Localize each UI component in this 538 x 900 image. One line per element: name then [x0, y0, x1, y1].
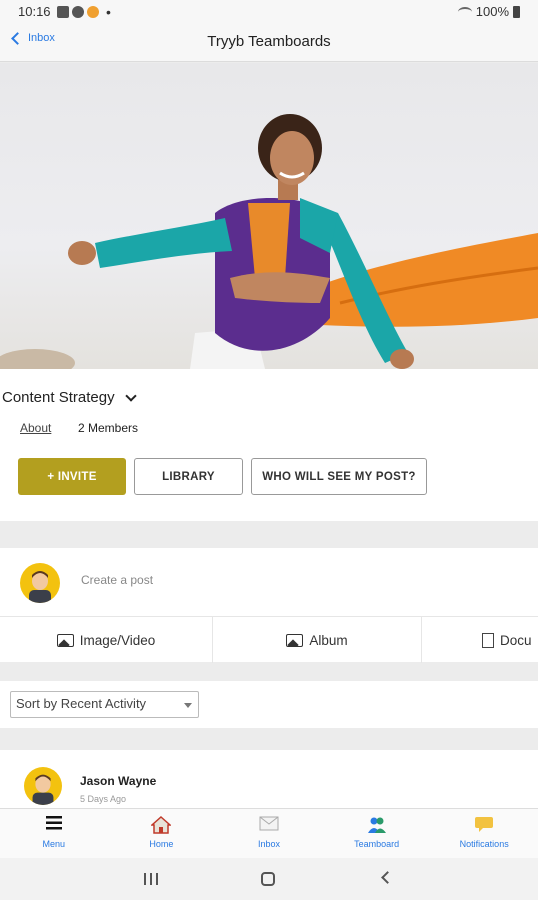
- sort-bar: Sort by Recent Activity: [0, 681, 538, 728]
- group-name: Content Strategy: [2, 389, 115, 406]
- document-button[interactable]: Docu: [422, 617, 538, 663]
- members-count[interactable]: 2 Members: [78, 421, 138, 435]
- recents-icon[interactable]: [144, 873, 158, 885]
- user-avatar-icon: [32, 774, 54, 805]
- post-composer: Create a post Image/Video Album Docu: [0, 548, 538, 663]
- group-cover-image: [0, 63, 538, 369]
- library-button[interactable]: LIBRARY: [134, 458, 243, 495]
- tab-menu[interactable]: Menu: [0, 809, 108, 859]
- cover-photo: [0, 114, 538, 369]
- tab-label: Notifications: [459, 839, 509, 849]
- page-title: Tryyb Teamboards: [207, 33, 331, 50]
- media-label: Docu: [500, 632, 532, 648]
- menu-icon: [45, 816, 62, 835]
- status-bar: 10:16 • 100%: [0, 0, 538, 24]
- tab-label: Inbox: [257, 839, 280, 849]
- tab-inbox[interactable]: Inbox: [215, 809, 323, 859]
- document-icon: [482, 632, 494, 648]
- avatar[interactable]: [24, 767, 62, 805]
- group-selector[interactable]: Content Strategy: [2, 389, 137, 406]
- who-will-see-button[interactable]: WHO WILL SEE MY POST?: [251, 458, 427, 495]
- user-avatar-icon: [29, 571, 51, 603]
- chevron-down-icon: [124, 389, 137, 402]
- inbox-icon: [259, 816, 279, 836]
- tab-label: Menu: [42, 839, 66, 849]
- sort-selected: Sort by Recent Activity: [16, 696, 147, 711]
- bottom-tab-bar: Menu Home Inbox Teamboard Notifications: [0, 808, 538, 858]
- post-author[interactable]: Jason Wayne: [80, 774, 156, 788]
- system-back-icon[interactable]: [381, 871, 394, 884]
- tab-home[interactable]: Home: [108, 809, 216, 859]
- battery-icon: [513, 5, 520, 18]
- system-navigation-bar: [0, 858, 538, 900]
- navigation-bar: Inbox Tryyb Teamboards: [0, 24, 538, 62]
- more-dot-icon: •: [106, 4, 111, 20]
- tab-label: Teamboard: [354, 839, 400, 849]
- image-video-button[interactable]: Image/Video: [0, 617, 213, 663]
- notifications-icon: [474, 816, 494, 838]
- app-notification-icon: [87, 6, 99, 18]
- tab-notifications[interactable]: Notifications: [430, 809, 538, 859]
- media-label: Album: [309, 632, 348, 648]
- album-icon: [286, 633, 304, 647]
- media-label: Image/Video: [79, 632, 156, 648]
- gallery-icon: [57, 6, 69, 18]
- teamboard-icon: [367, 816, 387, 839]
- about-link[interactable]: About: [20, 421, 51, 435]
- media-options: Image/Video Album Docu: [0, 616, 538, 663]
- settings-icon: [72, 6, 84, 18]
- post-timestamp: 5 Days Ago: [80, 794, 127, 804]
- avatar: [20, 563, 60, 603]
- album-button[interactable]: Album: [213, 617, 422, 663]
- dropdown-arrow-icon: [184, 703, 192, 708]
- feed-post: Jason Wayne 5 Days Ago: [0, 750, 538, 810]
- group-header: Content Strategy About 2 Members + INVIT…: [0, 369, 538, 521]
- wifi-icon: [457, 6, 472, 17]
- status-time: 10:16: [18, 4, 51, 19]
- battery-percent: 100%: [475, 4, 509, 19]
- home-button-icon[interactable]: [261, 872, 275, 886]
- tab-label: Home: [149, 839, 174, 849]
- create-post-input[interactable]: Create a post: [81, 573, 153, 587]
- sort-dropdown[interactable]: Sort by Recent Activity: [10, 691, 199, 718]
- tab-teamboard[interactable]: Teamboard: [323, 809, 431, 859]
- home-icon: [150, 815, 173, 839]
- invite-button[interactable]: + INVITE: [18, 458, 126, 495]
- image-icon: [56, 633, 74, 647]
